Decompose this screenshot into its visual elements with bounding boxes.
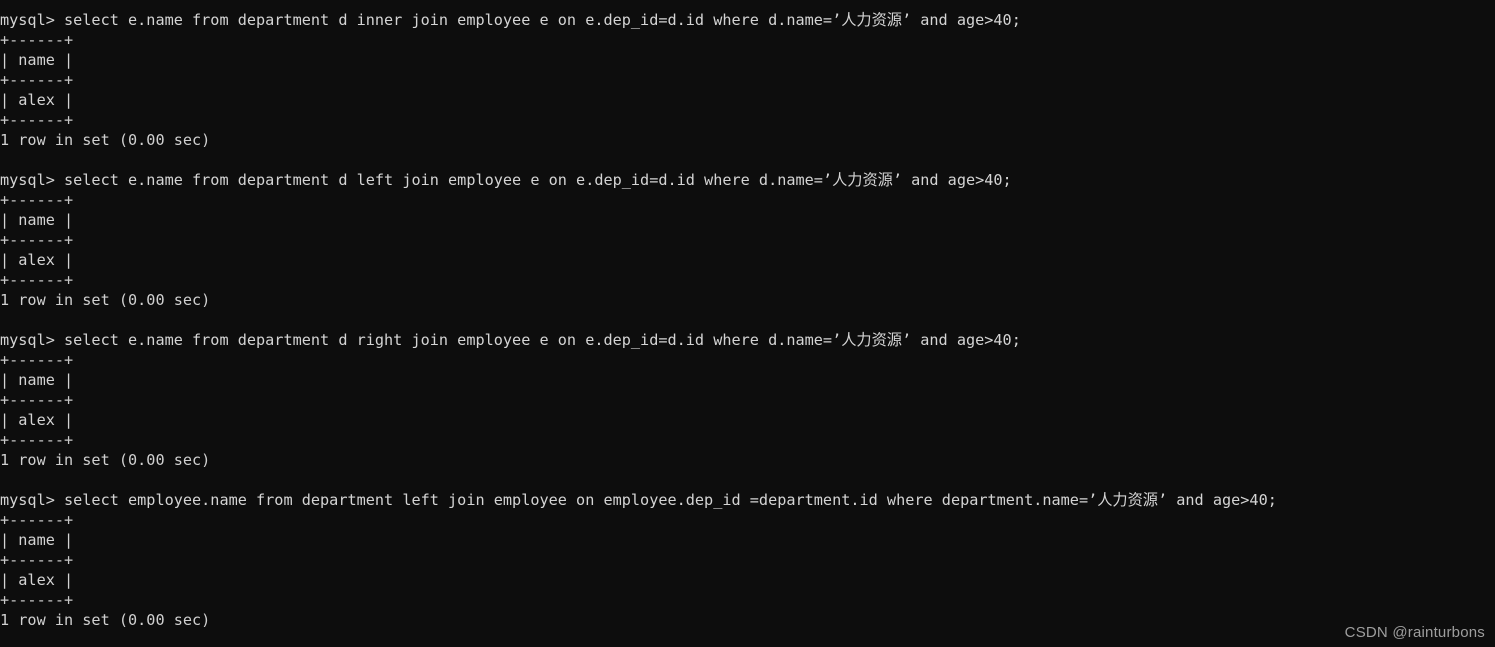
table-top-rule: +------+ — [0, 31, 74, 49]
table-top-rule: +------+ — [0, 191, 74, 209]
terminal-window[interactable]: mysql> select e.name from department d i… — [0, 0, 1495, 647]
table-bottom-rule: +------+ — [0, 111, 74, 129]
console-output: mysql> select e.name from department d i… — [0, 10, 1495, 630]
query-line[interactable]: mysql> select employee.name from departm… — [0, 490, 1495, 510]
table-bottom-rule: +------+ — [0, 271, 74, 289]
query-result-block: mysql> select e.name from department d l… — [0, 170, 1495, 310]
table-header-row: | name | — [0, 211, 74, 229]
table-mid-rule: +------+ — [0, 231, 74, 249]
status-line: 1 row in set (0.00 sec) — [0, 291, 211, 309]
table-header-row: | name | — [0, 371, 74, 389]
query-line[interactable]: mysql> select e.name from department d r… — [0, 330, 1495, 350]
table-header-row: | name | — [0, 531, 74, 549]
table-top-rule: +------+ — [0, 351, 74, 369]
table-data-row: | alex | — [0, 571, 74, 589]
query-result-block: mysql> select e.name from department d i… — [0, 10, 1495, 150]
table-mid-rule: +------+ — [0, 391, 74, 409]
table-mid-rule: +------+ — [0, 71, 74, 89]
status-line: 1 row in set (0.00 sec) — [0, 451, 211, 469]
query-result-block: mysql> select e.name from department d r… — [0, 330, 1495, 470]
table-mid-rule: +------+ — [0, 551, 74, 569]
status-line: 1 row in set (0.00 sec) — [0, 131, 211, 149]
query-line[interactable]: mysql> select e.name from department d l… — [0, 170, 1495, 190]
table-data-row: | alex | — [0, 411, 74, 429]
query-result-block: mysql> select employee.name from departm… — [0, 490, 1495, 630]
table-bottom-rule: +------+ — [0, 591, 74, 609]
table-data-row: | alex | — [0, 91, 74, 109]
table-data-row: | alex | — [0, 251, 74, 269]
csdn-watermark: CSDN @rainturbons — [1344, 624, 1485, 641]
table-top-rule: +------+ — [0, 511, 74, 529]
table-bottom-rule: +------+ — [0, 431, 74, 449]
table-header-row: | name | — [0, 51, 74, 69]
query-line[interactable]: mysql> select e.name from department d i… — [0, 10, 1495, 30]
status-line: 1 row in set (0.00 sec) — [0, 611, 211, 629]
